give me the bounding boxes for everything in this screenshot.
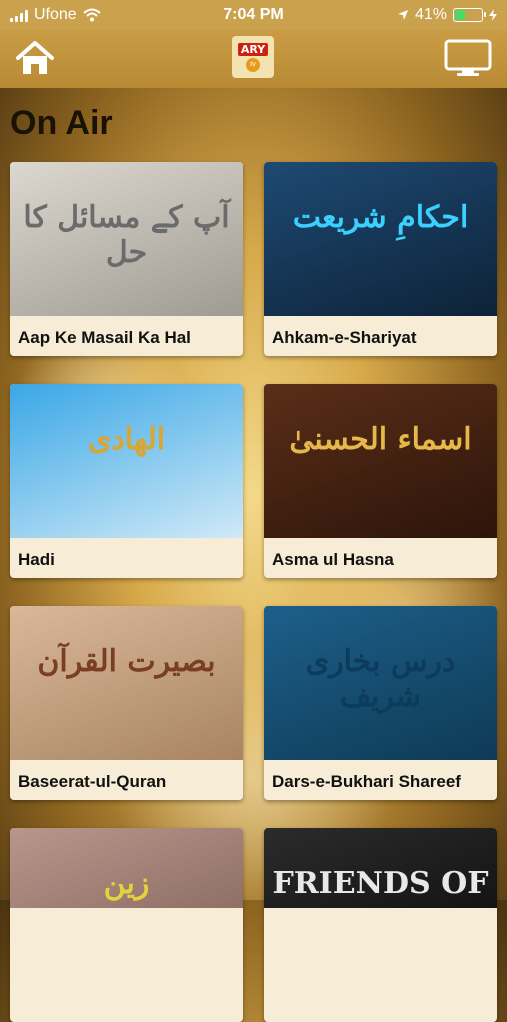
- program-card[interactable]: زین: [10, 828, 243, 1022]
- program-thumbnail: FRIENDS OF: [264, 828, 497, 908]
- thumbnail-title: اسماء الحسنیٰ: [289, 422, 472, 457]
- program-thumbnail: درس بخاری شریف: [264, 606, 497, 760]
- battery-fill: [455, 10, 466, 20]
- program-title: Baseerat-ul-Quran: [18, 772, 167, 791]
- status-bar: Ufone 7:04 PM 41%: [0, 0, 507, 30]
- thumbnail-title: FRIENDS OF: [272, 866, 489, 901]
- thumbnail-title: زین: [103, 866, 150, 901]
- location-arrow-icon: [397, 10, 408, 20]
- program-thumbnail: احکامِ شریعت: [264, 162, 497, 316]
- battery-percent: 41%: [414, 6, 447, 23]
- nav-bar: ARY tv: [0, 30, 507, 88]
- thumbnail-title: احکامِ شریعت: [292, 200, 469, 235]
- section-title: On Air: [10, 104, 113, 142]
- program-card[interactable]: اسماء الحسنیٰ Asma ul Hasna: [264, 384, 497, 578]
- program-title: Hadi: [18, 550, 55, 569]
- program-thumbnail: زین: [10, 828, 243, 908]
- program-thumbnail: بصیرت القرآن: [10, 606, 243, 760]
- charging-icon: [489, 9, 497, 21]
- thumbnail-title: الهادی: [87, 422, 166, 457]
- program-card[interactable]: احکامِ شریعت Ahkam-e-Shariyat: [264, 162, 497, 356]
- program-thumbnail: آپ کے مسائل کا حل: [10, 162, 243, 316]
- program-title: Aap Ke Masail Ka Hal: [18, 328, 191, 347]
- program-thumbnail: اسماء الحسنیٰ: [264, 384, 497, 538]
- program-thumbnail: الهادی: [10, 384, 243, 538]
- program-title: Asma ul Hasna: [272, 550, 394, 569]
- thumbnail-title: درس بخاری شریف: [305, 644, 456, 714]
- thumbnail-title: آپ کے مسائل کا حل: [23, 200, 230, 270]
- program-card[interactable]: بصیرت القرآن Baseerat-ul-Quran: [10, 606, 243, 800]
- program-card[interactable]: الهادی Hadi: [10, 384, 243, 578]
- program-title: Ahkam-e-Shariyat: [272, 328, 417, 347]
- home-icon[interactable]: [14, 38, 56, 78]
- program-title: Dars-e-Bukhari Shareef: [272, 772, 461, 791]
- program-card[interactable]: درس بخاری شریف Dars-e-Bukhari Shareef: [264, 606, 497, 800]
- program-card[interactable]: آپ کے مسائل کا حل Aap Ke Masail Ka Hal: [10, 162, 243, 356]
- tv-monitor-icon[interactable]: [443, 38, 493, 78]
- program-card[interactable]: FRIENDS OF: [264, 828, 497, 1022]
- battery-icon: [453, 8, 486, 22]
- thumbnail-title: بصیرت القرآن: [37, 644, 216, 679]
- ary-logo: ARY tv: [232, 36, 274, 78]
